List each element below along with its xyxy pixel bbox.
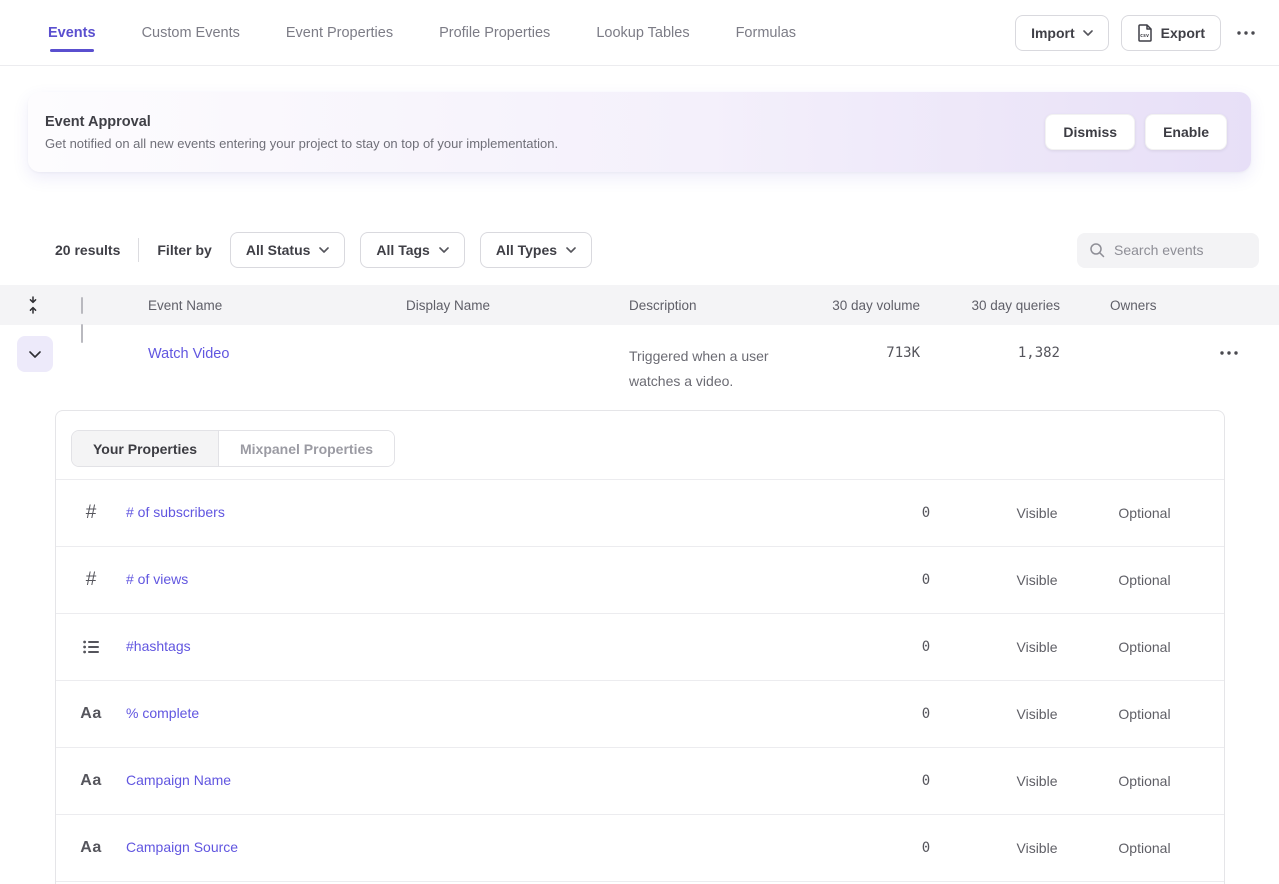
filter-by-label: Filter by	[157, 242, 211, 258]
property-link[interactable]: # of subscribers	[126, 504, 225, 520]
row-more-options-icon[interactable]	[1216, 340, 1242, 366]
event-row-watch-video: Watch Video Triggered when a user watche…	[0, 325, 1279, 410]
property-link[interactable]: % complete	[126, 705, 199, 721]
property-row: Aa Campaign Source 0 Visible Optional	[56, 815, 1224, 882]
tab-your-properties[interactable]: Your Properties	[72, 431, 219, 466]
property-count: 0	[871, 706, 981, 722]
property-requirement: Optional	[1093, 773, 1196, 789]
search-input[interactable]	[1114, 242, 1244, 258]
row-checkbox[interactable]	[81, 324, 83, 343]
property-row: # # of views 0 Visible Optional	[56, 547, 1224, 614]
dismiss-button[interactable]: Dismiss	[1045, 114, 1135, 150]
queries-cell: 1,382	[920, 325, 1060, 361]
property-count: 0	[871, 840, 981, 856]
nav-tabs: Events Custom Events Event Properties Pr…	[48, 0, 796, 65]
tab-event-properties[interactable]: Event Properties	[286, 0, 393, 65]
tab-events[interactable]: Events	[48, 0, 96, 65]
number-type-icon: #	[56, 502, 126, 524]
property-count: 0	[871, 773, 981, 789]
search-icon	[1089, 242, 1105, 258]
property-count: 0	[871, 572, 981, 588]
tab-lookup-tables[interactable]: Lookup Tables	[596, 0, 689, 65]
chevron-down-icon	[439, 247, 449, 253]
tab-custom-events[interactable]: Custom Events	[142, 0, 240, 65]
property-link[interactable]: Campaign Name	[126, 772, 231, 788]
tab-formulas[interactable]: Formulas	[736, 0, 796, 65]
svg-text:csv: csv	[1140, 33, 1149, 39]
tab-profile-properties[interactable]: Profile Properties	[439, 0, 550, 65]
top-navigation: Events Custom Events Event Properties Pr…	[0, 0, 1279, 66]
property-visibility: Visible	[981, 773, 1093, 789]
volume-cell: 713K	[820, 325, 920, 361]
tags-filter-dropdown[interactable]: All Tags	[360, 232, 464, 268]
property-link[interactable]: #hashtags	[126, 638, 191, 654]
enable-button[interactable]: Enable	[1145, 114, 1227, 150]
property-row: Aa Campaign Name 0 Visible Optional	[56, 748, 1224, 815]
banner-description: Get notified on all new events entering …	[45, 136, 558, 151]
properties-tab-group: Your Properties Mixpanel Properties	[71, 430, 395, 467]
banner-title: Event Approval	[45, 114, 558, 130]
property-visibility: Visible	[981, 572, 1093, 588]
column-description: Description	[629, 298, 820, 313]
property-row: #hashtags 0 Visible Optional	[56, 614, 1224, 681]
description-cell: Triggered when a user watches a video.	[629, 325, 801, 394]
property-requirement: Optional	[1093, 840, 1196, 856]
property-count: 0	[871, 505, 981, 521]
more-options-icon[interactable]	[1233, 20, 1259, 46]
property-visibility: Visible	[981, 639, 1093, 655]
filter-bar: 20 results Filter by All Status All Tags…	[55, 232, 1259, 268]
tab-events-label: Events	[48, 25, 96, 41]
number-type-icon: #	[56, 569, 126, 591]
property-link[interactable]: # of views	[126, 571, 188, 587]
divider	[138, 238, 139, 262]
chevron-down-icon	[1083, 30, 1093, 36]
property-visibility: Visible	[981, 840, 1093, 856]
property-requirement: Optional	[1093, 639, 1196, 655]
collapse-all-icon[interactable]	[0, 296, 66, 314]
text-type-icon: Aa	[56, 839, 126, 857]
chevron-down-icon	[319, 247, 329, 253]
event-properties-panel: Your Properties Mixpanel Properties # # …	[55, 410, 1225, 884]
property-row: Aa % complete 0 Visible Optional	[56, 681, 1224, 748]
text-type-icon: Aa	[56, 705, 126, 723]
column-30-day-queries: 30 day queries	[920, 298, 1060, 313]
text-type-icon: Aa	[56, 772, 126, 790]
property-requirement: Optional	[1093, 505, 1196, 521]
status-filter-dropdown[interactable]: All Status	[230, 232, 346, 268]
event-name-link[interactable]: Watch Video	[148, 346, 229, 362]
column-display-name: Display Name	[406, 298, 629, 313]
property-count: 0	[871, 639, 981, 655]
column-owners: Owners	[1060, 298, 1178, 313]
tab-mixpanel-properties[interactable]: Mixpanel Properties	[219, 431, 394, 466]
property-visibility: Visible	[981, 706, 1093, 722]
table-header: Event Name Display Name Description 30 d…	[0, 285, 1279, 325]
property-link[interactable]: Campaign Source	[126, 839, 238, 855]
chevron-down-icon	[29, 351, 41, 358]
types-filter-dropdown[interactable]: All Types	[480, 232, 592, 268]
active-tab-underline	[50, 49, 94, 52]
column-event-name: Event Name	[130, 298, 406, 313]
search-events-box[interactable]	[1077, 233, 1259, 268]
event-approval-banner: Event Approval Get notified on all new e…	[28, 92, 1251, 172]
results-count: 20 results	[55, 242, 120, 258]
import-button[interactable]: Import	[1015, 15, 1109, 51]
list-type-icon	[56, 640, 126, 654]
collapse-row-button[interactable]	[17, 336, 53, 372]
nav-actions: Import csv Export	[1015, 15, 1259, 51]
property-requirement: Optional	[1093, 572, 1196, 588]
property-visibility: Visible	[981, 505, 1093, 521]
export-button[interactable]: csv Export	[1121, 15, 1221, 51]
property-row: # # of subscribers 0 Visible Optional	[56, 480, 1224, 547]
property-requirement: Optional	[1093, 706, 1196, 722]
csv-file-icon: csv	[1137, 24, 1153, 42]
select-all-checkbox[interactable]	[81, 297, 83, 314]
column-30-day-volume: 30 day volume	[820, 298, 920, 313]
chevron-down-icon	[566, 247, 576, 253]
